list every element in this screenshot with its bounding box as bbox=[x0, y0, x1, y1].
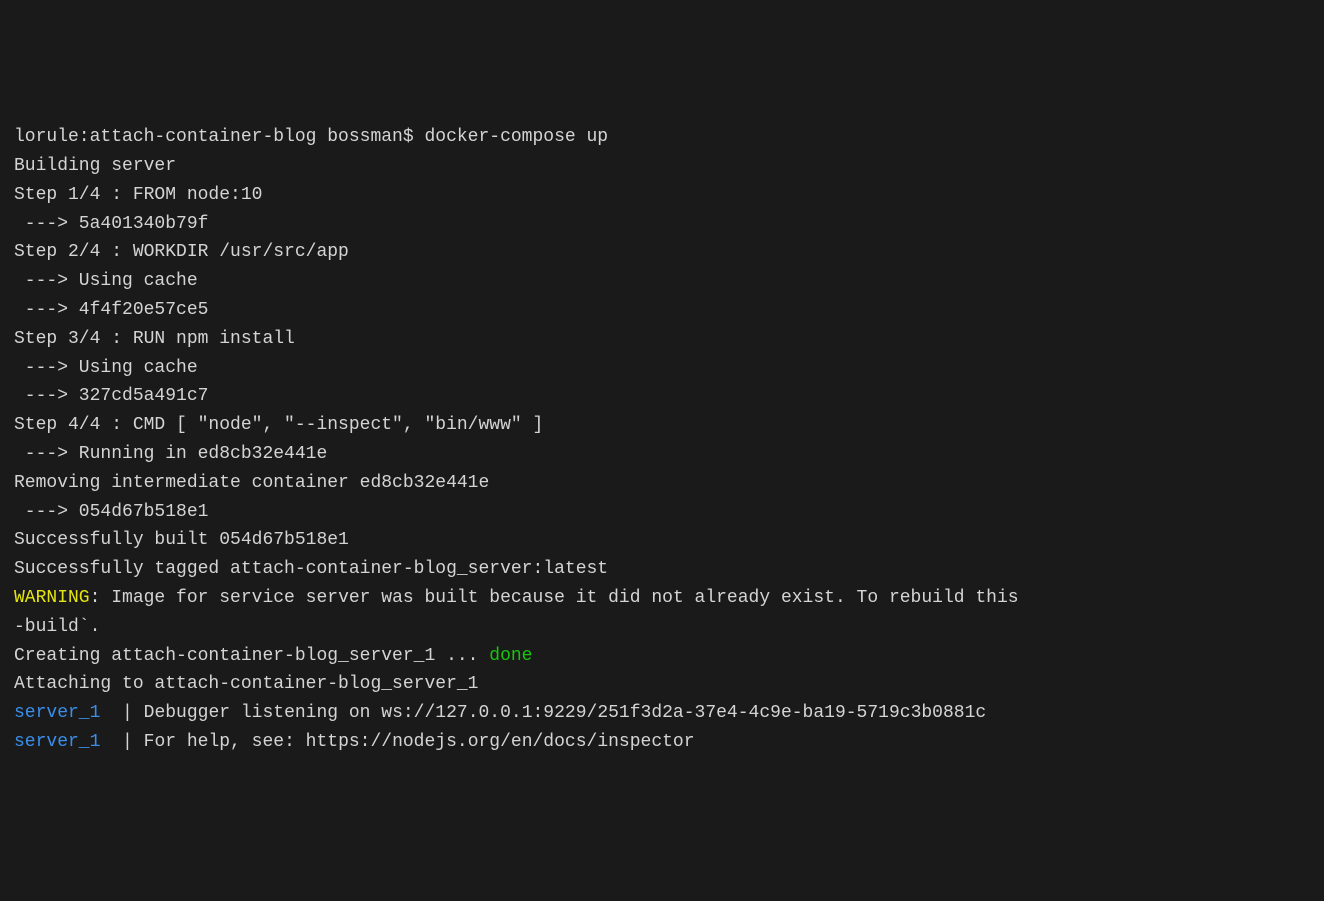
output-line: -build`. bbox=[14, 613, 1310, 642]
log-text: For help, see: https://nodejs.org/en/doc… bbox=[144, 732, 695, 752]
terminal-output[interactable]: lorule:attach-container-blog bossman$ do… bbox=[14, 123, 1310, 757]
output-line: Successfully tagged attach-container-blo… bbox=[14, 555, 1310, 584]
output-line: Step 3/4 : RUN npm install bbox=[14, 325, 1310, 354]
done-status: done bbox=[489, 646, 532, 666]
command-text: docker-compose up bbox=[424, 127, 608, 147]
output-line: Successfully built 054d67b518e1 bbox=[14, 526, 1310, 555]
pipe-separator: | bbox=[100, 732, 143, 752]
shell-prompt: lorule:attach-container-blog bossman$ bbox=[14, 127, 424, 147]
output-line: Step 1/4 : FROM node:10 bbox=[14, 181, 1310, 210]
output-line: Removing intermediate container ed8cb32e… bbox=[14, 469, 1310, 498]
warning-line: WARNING: Image for service server was bu… bbox=[14, 584, 1310, 613]
output-line: ---> Using cache bbox=[14, 267, 1310, 296]
log-text: Debugger listening on ws://127.0.0.1:922… bbox=[144, 703, 987, 723]
service-name: server_1 bbox=[14, 732, 100, 752]
output-line: ---> Running in ed8cb32e441e bbox=[14, 440, 1310, 469]
service-log-line: server_1 | For help, see: https://nodejs… bbox=[14, 728, 1310, 757]
warning-label: WARNING bbox=[14, 588, 90, 608]
output-line: Step 4/4 : CMD [ "node", "--inspect", "b… bbox=[14, 411, 1310, 440]
output-line: ---> 327cd5a491c7 bbox=[14, 382, 1310, 411]
output-line: Attaching to attach-container-blog_serve… bbox=[14, 670, 1310, 699]
output-line: Step 2/4 : WORKDIR /usr/src/app bbox=[14, 238, 1310, 267]
service-name: server_1 bbox=[14, 703, 100, 723]
output-line: ---> 054d67b518e1 bbox=[14, 498, 1310, 527]
warning-text: : Image for service server was built bec… bbox=[90, 588, 1019, 608]
output-line: ---> 4f4f20e57ce5 bbox=[14, 296, 1310, 325]
creating-text: Creating attach-container-blog_server_1 … bbox=[14, 646, 489, 666]
prompt-line: lorule:attach-container-blog bossman$ do… bbox=[14, 123, 1310, 152]
pipe-separator: | bbox=[100, 703, 143, 723]
output-line: ---> Using cache bbox=[14, 354, 1310, 383]
service-log-line: server_1 | Debugger listening on ws://12… bbox=[14, 699, 1310, 728]
creating-line: Creating attach-container-blog_server_1 … bbox=[14, 642, 1310, 671]
output-line: Building server bbox=[14, 152, 1310, 181]
output-line: ---> 5a401340b79f bbox=[14, 210, 1310, 239]
